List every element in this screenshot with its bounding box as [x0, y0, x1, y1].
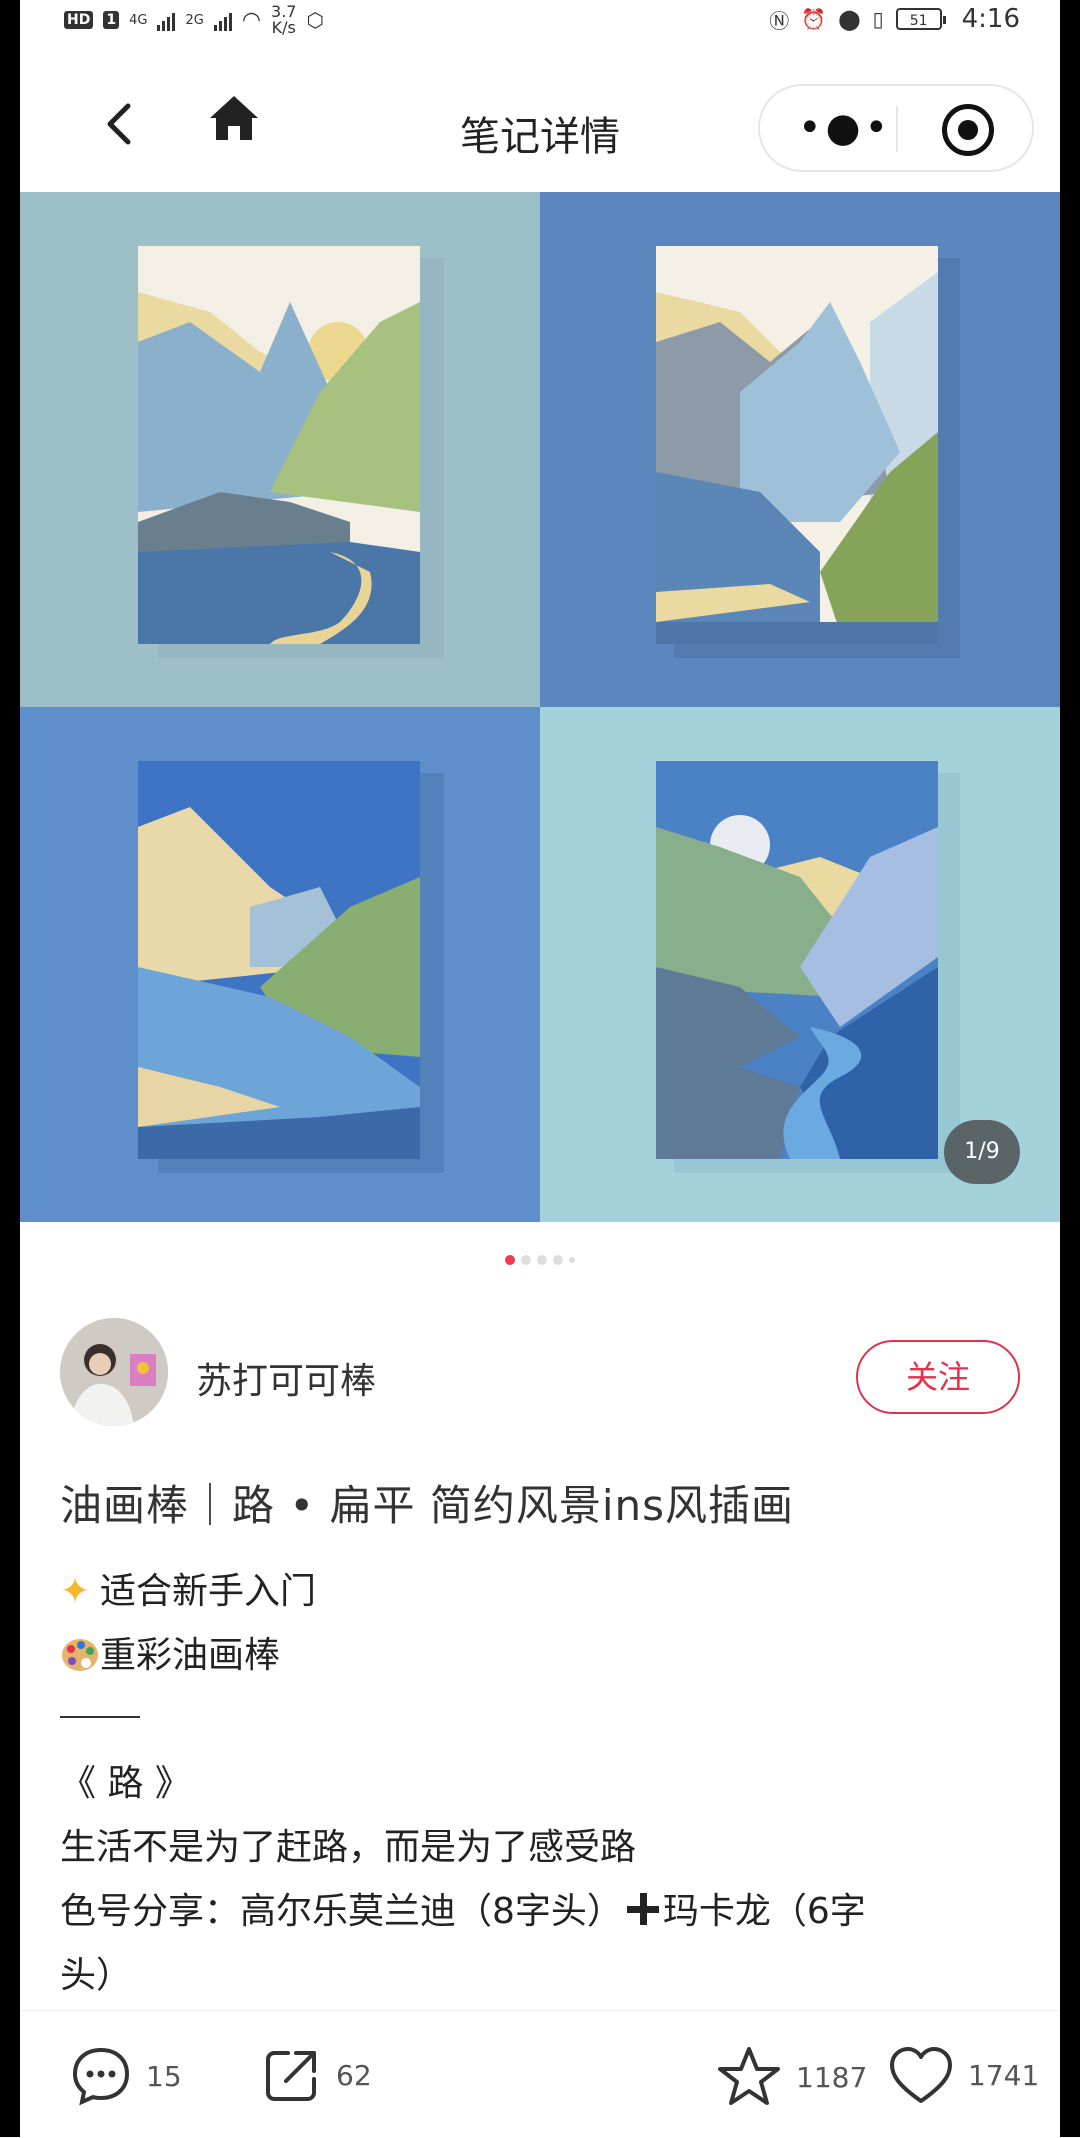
pager-dot-3[interactable] — [537, 1255, 547, 1265]
screen-edge-left — [0, 0, 20, 2137]
note-line-2-text: 重彩油画棒 — [100, 1635, 281, 1676]
alarm-icon: ⏰ — [801, 7, 827, 31]
comment-button[interactable]: 15 — [70, 2045, 182, 2107]
divider-line — [60, 1716, 140, 1718]
note-line-5-part-2: 玛卡龙（6字 — [662, 1891, 866, 1932]
signal-icon-2 — [213, 9, 232, 31]
heart-icon — [890, 2047, 952, 2103]
comment-icon — [72, 2047, 130, 2106]
pager-dot-5[interactable] — [569, 1257, 575, 1263]
vibrate-icon: ▯ — [872, 7, 884, 31]
painting-panel-1 — [20, 192, 540, 707]
painting-panel-3 — [20, 707, 540, 1222]
follow-button[interactable]: 关注 — [856, 1340, 1020, 1414]
pager-dot-4[interactable] — [553, 1255, 563, 1265]
battery-icon: 51 — [895, 8, 946, 30]
comment-count: 15 — [146, 2059, 182, 2093]
network-4g-label: 4G — [129, 12, 148, 28]
painting-image-3 — [20, 707, 540, 1222]
location-icon: ⬤ — [838, 7, 861, 31]
nfc-icon: Ⓝ — [769, 8, 790, 33]
palette-icon — [62, 1639, 98, 1671]
note-line-1: ✦ 适合新手入门 — [60, 1560, 1020, 1624]
share-count: 62 — [336, 2058, 372, 2092]
more-dots-icon: •●• — [798, 105, 893, 151]
author-name[interactable]: 苏打可可棒 — [196, 1352, 376, 1404]
note-line-2: 重彩油画棒 — [60, 1624, 1020, 1688]
plus-icon — [623, 1889, 663, 1929]
painting-panel-2 — [540, 192, 1060, 707]
network-speed: 3.7 K/s — [271, 4, 296, 36]
network-2g-label: 2G — [185, 12, 204, 28]
signal-icon — [157, 9, 176, 31]
gallery-pager — [20, 1250, 1060, 1269]
sim-badge: 1 — [103, 11, 120, 29]
avatar[interactable] — [60, 1318, 168, 1426]
share-button[interactable]: 62 — [262, 2045, 372, 2105]
close-button[interactable] — [942, 104, 994, 156]
app-frame: HD 1 4G 2G ◠ 3.7 K/s ⬡ Ⓝ ⏰ ⬤ ▯ 51 4:16 笔记… — [20, 0, 1060, 2138]
capsule-divider — [896, 106, 898, 152]
nav-bar: 笔记详情 •●• — [20, 64, 1060, 194]
note-body: ✦ 适合新手入门 重彩油画棒 《 路 》 生活不是为了赶路，而是为了感受路 色号分… — [60, 1560, 1020, 2008]
painting-image-1 — [20, 192, 540, 707]
note-title: 油画棒｜路 • 扁平 简约风景ins风插画 — [60, 1481, 794, 1530]
like-count: 1741 — [968, 2058, 1040, 2092]
note-line-3: 《 路 》 — [60, 1763, 191, 1804]
hand-icon: ⬡ — [306, 8, 324, 32]
image-gallery[interactable]: 1/9 — [20, 192, 1060, 1222]
wifi-icon: ◠ — [241, 7, 262, 33]
like-button[interactable]: 1741 — [888, 2045, 1039, 2105]
clock-time: 4:16 — [961, 4, 1020, 34]
pager-dot-1[interactable] — [505, 1255, 515, 1265]
image-counter: 1/9 — [944, 1120, 1020, 1184]
painting-image-2 — [540, 192, 1060, 707]
pager-dot-2[interactable] — [521, 1255, 531, 1265]
bottom-action-bar: 15 62 1187 1741 — [20, 2010, 1060, 2138]
note-line-1-text: 适合新手入门 — [100, 1571, 317, 1612]
star-icon — [718, 2047, 780, 2105]
avatar-image — [60, 1318, 168, 1426]
speed-unit: K/s — [271, 18, 296, 37]
favorite-count: 1187 — [796, 2060, 868, 2094]
note-line-5-part-1: 色号分享：高尔乐莫兰迪（8字头） — [60, 1891, 623, 1932]
more-button[interactable]: •●• — [798, 108, 892, 148]
note-line-6: 头） — [60, 1955, 133, 1996]
share-icon — [266, 2051, 316, 2101]
screen-edge-right — [1060, 0, 1080, 2137]
mini-program-capsule: •●• — [758, 84, 1034, 172]
hd-badge: HD — [64, 11, 94, 29]
note-line-5: 色号分享：高尔乐莫兰迪（8字头） 玛卡龙（6字 — [60, 1880, 1020, 1944]
note-line-4: 生活不是为了赶路，而是为了感受路 — [60, 1827, 637, 1868]
favorite-button[interactable]: 1187 — [716, 2045, 867, 2109]
status-bar: HD 1 4G 2G ◠ 3.7 K/s ⬡ Ⓝ ⏰ ⬤ ▯ 51 4:16 — [20, 0, 1060, 40]
sparkles-icon: ✦ — [60, 1571, 91, 1612]
